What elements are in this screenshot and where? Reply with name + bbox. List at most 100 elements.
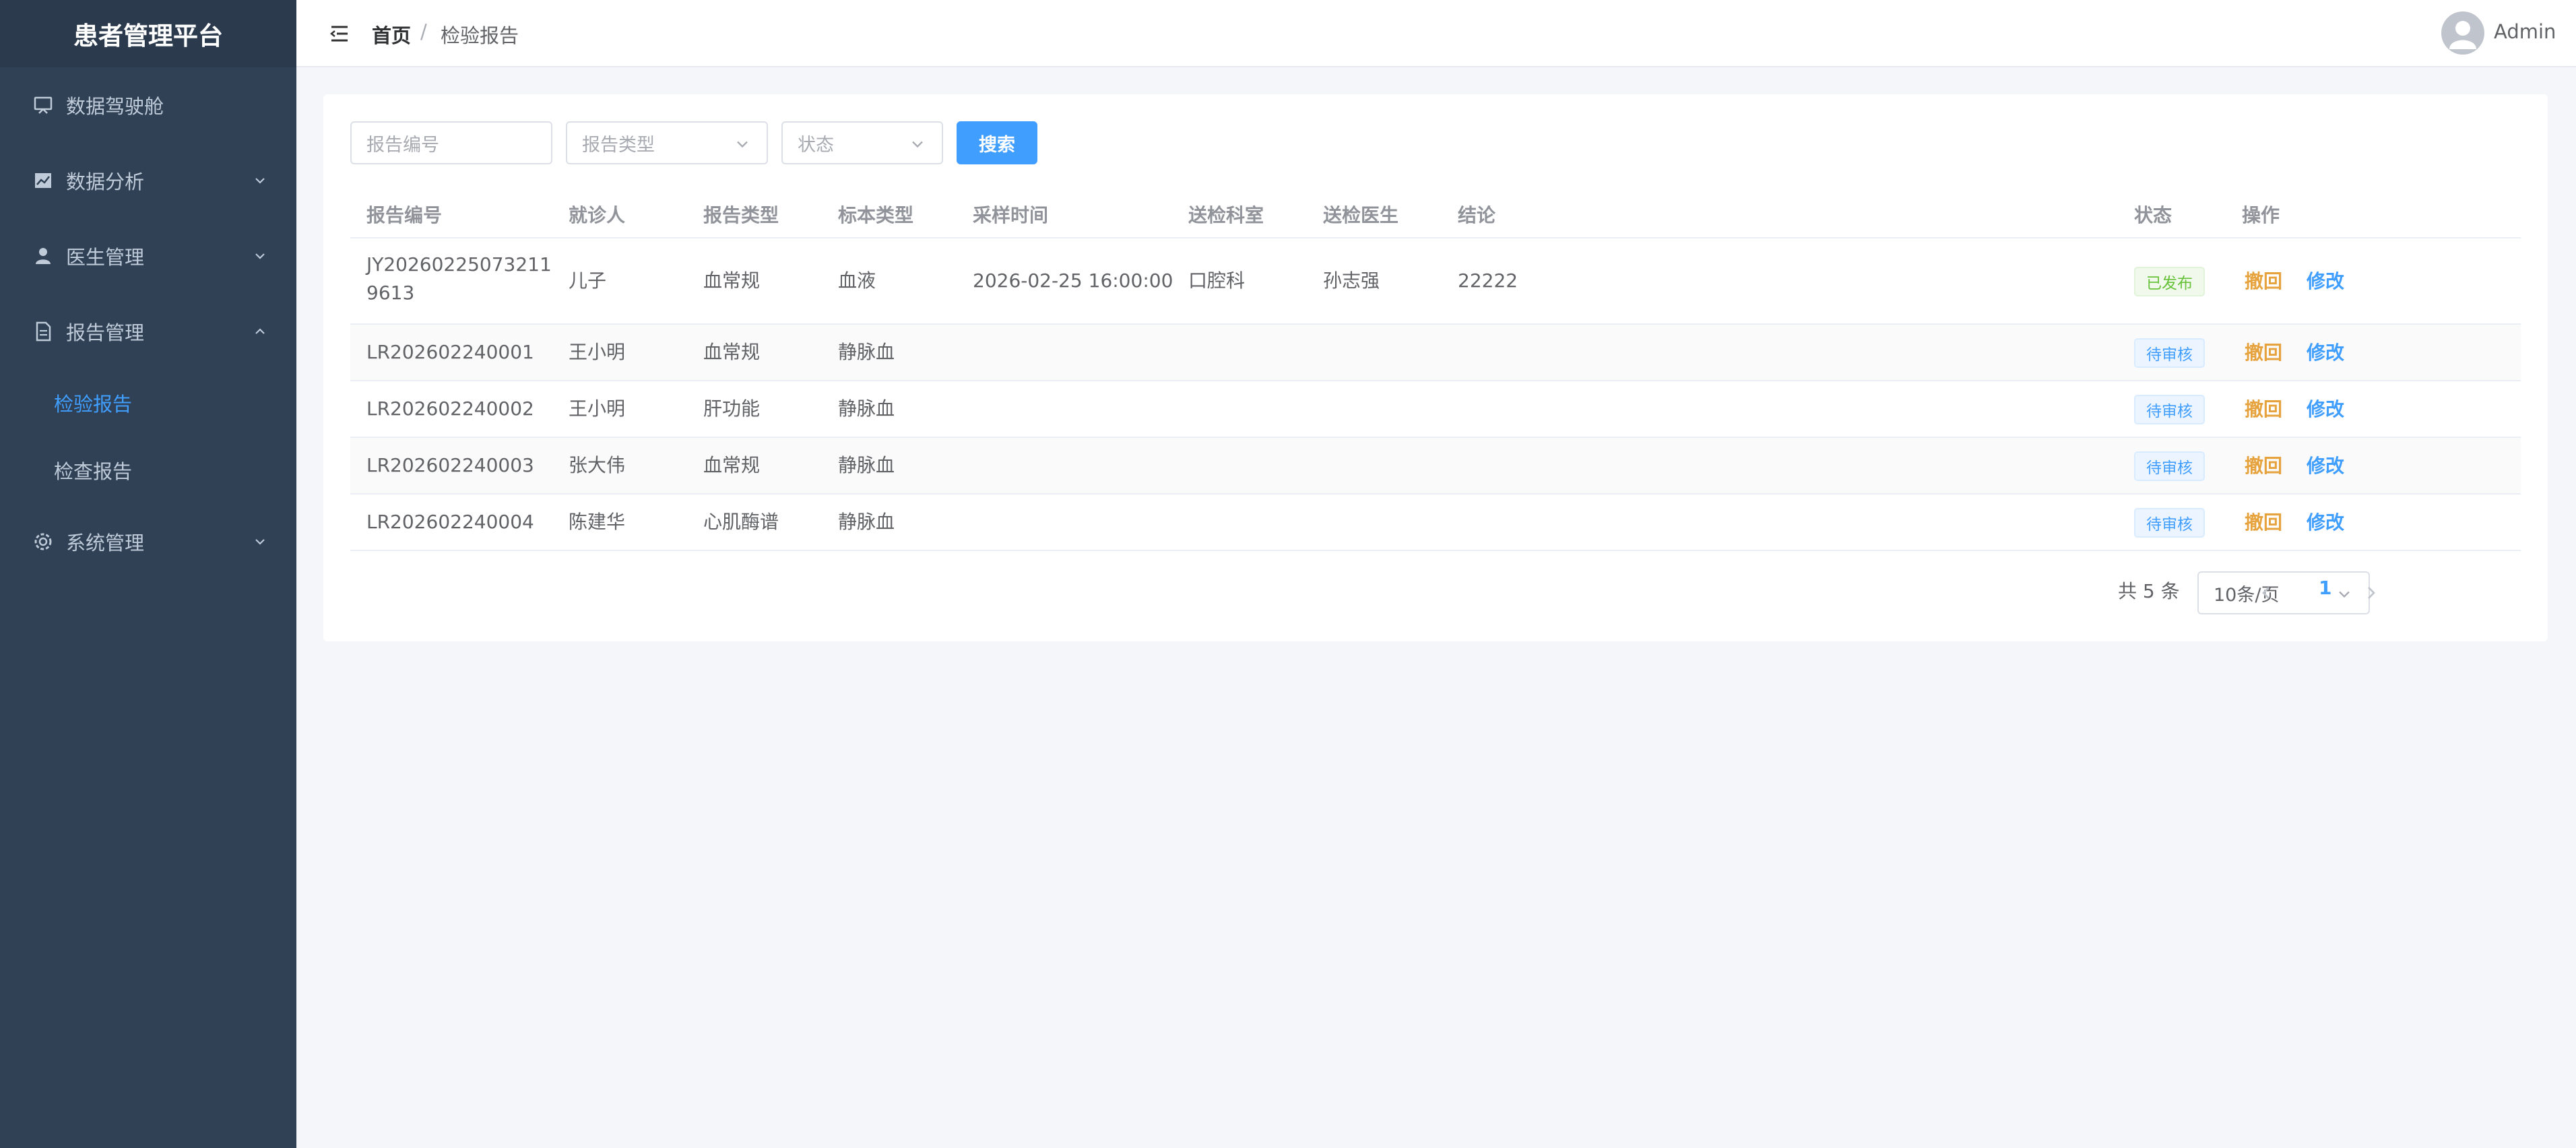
report-type-select[interactable]: 报告类型 bbox=[566, 121, 768, 164]
breadcrumb-separator: / bbox=[420, 20, 427, 43]
sidebar-item-doctors[interactable]: 医生管理 bbox=[0, 218, 296, 294]
sidebar: 患者管理平台 数据驾驶舱 数据分析 医生管理 报告管理 检验报告 检查报告 系统… bbox=[0, 0, 296, 1148]
column-header: 报告类型 bbox=[703, 204, 779, 226]
report-table: 报告编号 就诊人 报告类型 标本类型 采样时间 送检科室 送检医生 结论 状态 … bbox=[350, 185, 2521, 551]
report-type-placeholder: 报告类型 bbox=[582, 134, 655, 156]
column-header: 送检科室 bbox=[1188, 204, 1264, 226]
report-card: 报告编号 报告类型 状态 搜索 报告编号 就诊人 报告类型 标本类型 采样时间 … bbox=[323, 94, 2548, 641]
status-badge: 待审核 bbox=[2134, 338, 2205, 368]
sidebar-subitem-label: 检查报告 bbox=[54, 460, 133, 483]
chart-icon bbox=[30, 167, 57, 194]
type-cell: 肝功能 bbox=[703, 397, 761, 420]
sidebar-subitem-label: 检验报告 bbox=[54, 393, 133, 416]
status-placeholder: 状态 bbox=[798, 134, 834, 156]
report-no-line: 9613 bbox=[366, 282, 415, 304]
sidebar-item-analysis[interactable]: 数据分析 bbox=[0, 143, 296, 218]
report-no-cell: LR202602240001 bbox=[366, 341, 534, 363]
search-button[interactable]: 搜索 bbox=[957, 121, 1037, 164]
status-badge: 已发布 bbox=[2134, 267, 2205, 296]
monitor-icon bbox=[30, 92, 57, 119]
user-name[interactable]: Admin bbox=[2494, 20, 2556, 43]
page-number[interactable]: 1 bbox=[2319, 577, 2331, 599]
type-cell: 心肌酶谱 bbox=[703, 511, 779, 533]
chevron-left-icon[interactable] bbox=[2255, 582, 2277, 604]
conclusion-cell: 22222 bbox=[1458, 269, 1518, 292]
column-header: 操作 bbox=[2242, 204, 2280, 226]
table-row: LR202602240004 陈建华 心肌酶谱 静脉血 待审核 撤回 修改 bbox=[350, 495, 2521, 551]
edit-button[interactable]: 修改 bbox=[2307, 395, 2344, 422]
app-title: 患者管理平台 bbox=[0, 0, 296, 67]
sidebar-item-label: 报告管理 bbox=[66, 321, 145, 344]
revoke-button[interactable]: 撤回 bbox=[2245, 451, 2282, 478]
column-header: 标本类型 bbox=[838, 204, 914, 226]
patient-cell: 王小明 bbox=[569, 397, 626, 420]
edit-button[interactable]: 修改 bbox=[2307, 451, 2344, 478]
table-row: LR202602240001 王小明 血常规 静脉血 待审核 撤回 修改 bbox=[350, 325, 2521, 381]
avatar[interactable] bbox=[2441, 11, 2484, 55]
sample-time-cell: 2026-02-25 16:00:00 bbox=[973, 269, 1173, 292]
gear-icon bbox=[30, 528, 57, 555]
type-cell: 血常规 bbox=[703, 454, 761, 476]
report-no-input[interactable]: 报告编号 bbox=[350, 121, 552, 164]
patient-cell: 张大伟 bbox=[569, 454, 626, 476]
type-cell: 血常规 bbox=[703, 269, 761, 292]
chevron-down-icon bbox=[908, 135, 927, 154]
patient-cell: 王小明 bbox=[569, 341, 626, 363]
specimen-cell: 静脉血 bbox=[838, 397, 895, 420]
column-header: 结论 bbox=[1458, 204, 1496, 226]
revoke-button[interactable]: 撤回 bbox=[2245, 395, 2282, 422]
specimen-cell: 静脉血 bbox=[838, 454, 895, 476]
chevron-down-icon bbox=[2335, 585, 2354, 604]
sidebar-item-label: 数据驾驶舱 bbox=[66, 95, 164, 118]
status-badge: 待审核 bbox=[2134, 508, 2205, 538]
report-no-cell: JY20260225073211 9613 bbox=[366, 251, 552, 307]
table-row: LR202602240002 王小明 肝功能 静脉血 待审核 撤回 修改 bbox=[350, 381, 2521, 438]
page-size-select[interactable]: 10条/页 bbox=[2197, 571, 2370, 614]
document-icon bbox=[30, 318, 57, 345]
sidebar-item-label: 数据分析 bbox=[66, 170, 145, 193]
revoke-button[interactable]: 撤回 bbox=[2245, 508, 2282, 535]
report-no-cell: LR202602240002 bbox=[366, 397, 534, 420]
revoke-button[interactable]: 撤回 bbox=[2245, 267, 2282, 294]
specimen-cell: 血液 bbox=[838, 269, 876, 292]
report-no-line: JY20260225073211 bbox=[366, 253, 552, 276]
chevron-right-icon[interactable] bbox=[2360, 582, 2382, 604]
table-header: 报告编号 就诊人 报告类型 标本类型 采样时间 送检科室 送检医生 结论 状态 … bbox=[350, 185, 2521, 238]
column-header: 就诊人 bbox=[569, 204, 626, 226]
report-no-cell: LR202602240003 bbox=[366, 454, 534, 476]
table-row: LR202602240003 张大伟 血常规 静脉血 待审核 撤回 修改 bbox=[350, 438, 2521, 495]
sidebar-item-reports[interactable]: 报告管理 bbox=[0, 294, 296, 369]
patient-cell: 儿子 bbox=[569, 269, 607, 292]
edit-button[interactable]: 修改 bbox=[2307, 338, 2344, 365]
table-row: JY20260225073211 9613 儿子 血常规 血液 2026-02-2… bbox=[350, 238, 2521, 325]
edit-button[interactable]: 修改 bbox=[2307, 267, 2344, 294]
chevron-down-icon bbox=[251, 247, 269, 265]
report-no-placeholder: 报告编号 bbox=[366, 134, 439, 156]
sidebar-item-label: 医生管理 bbox=[66, 246, 145, 269]
sidebar-subitem-exam-report[interactable]: 检查报告 bbox=[0, 437, 296, 504]
pagination-total: 共 5 条 bbox=[2118, 580, 2180, 602]
column-header: 采样时间 bbox=[973, 204, 1049, 226]
chevron-down-icon bbox=[251, 171, 269, 190]
specimen-cell: 静脉血 bbox=[838, 511, 895, 533]
patient-cell: 陈建华 bbox=[569, 511, 626, 533]
type-cell: 血常规 bbox=[703, 341, 761, 363]
status-badge: 待审核 bbox=[2134, 395, 2205, 424]
report-no-cell: LR202602240004 bbox=[366, 511, 534, 533]
column-header: 送检医生 bbox=[1323, 204, 1399, 226]
sidebar-subitem-lab-report[interactable]: 检验报告 bbox=[0, 369, 296, 437]
status-select[interactable]: 状态 bbox=[781, 121, 943, 164]
specimen-cell: 静脉血 bbox=[838, 341, 895, 363]
revoke-button[interactable]: 撤回 bbox=[2245, 338, 2282, 365]
sidebar-item-dashboard[interactable]: 数据驾驶舱 bbox=[0, 67, 296, 143]
column-header: 状态 bbox=[2134, 204, 2172, 226]
sidebar-item-system[interactable]: 系统管理 bbox=[0, 504, 296, 579]
top-header: 首页 / 检验报告 Admin bbox=[296, 0, 2576, 67]
chevron-up-icon bbox=[251, 322, 269, 341]
menu-fold-icon[interactable] bbox=[326, 20, 353, 47]
user-icon bbox=[30, 243, 57, 269]
chevron-down-icon bbox=[251, 532, 269, 551]
edit-button[interactable]: 修改 bbox=[2307, 508, 2344, 535]
breadcrumb-home[interactable]: 首页 bbox=[372, 20, 411, 49]
doctor-cell: 孙志强 bbox=[1323, 269, 1380, 292]
